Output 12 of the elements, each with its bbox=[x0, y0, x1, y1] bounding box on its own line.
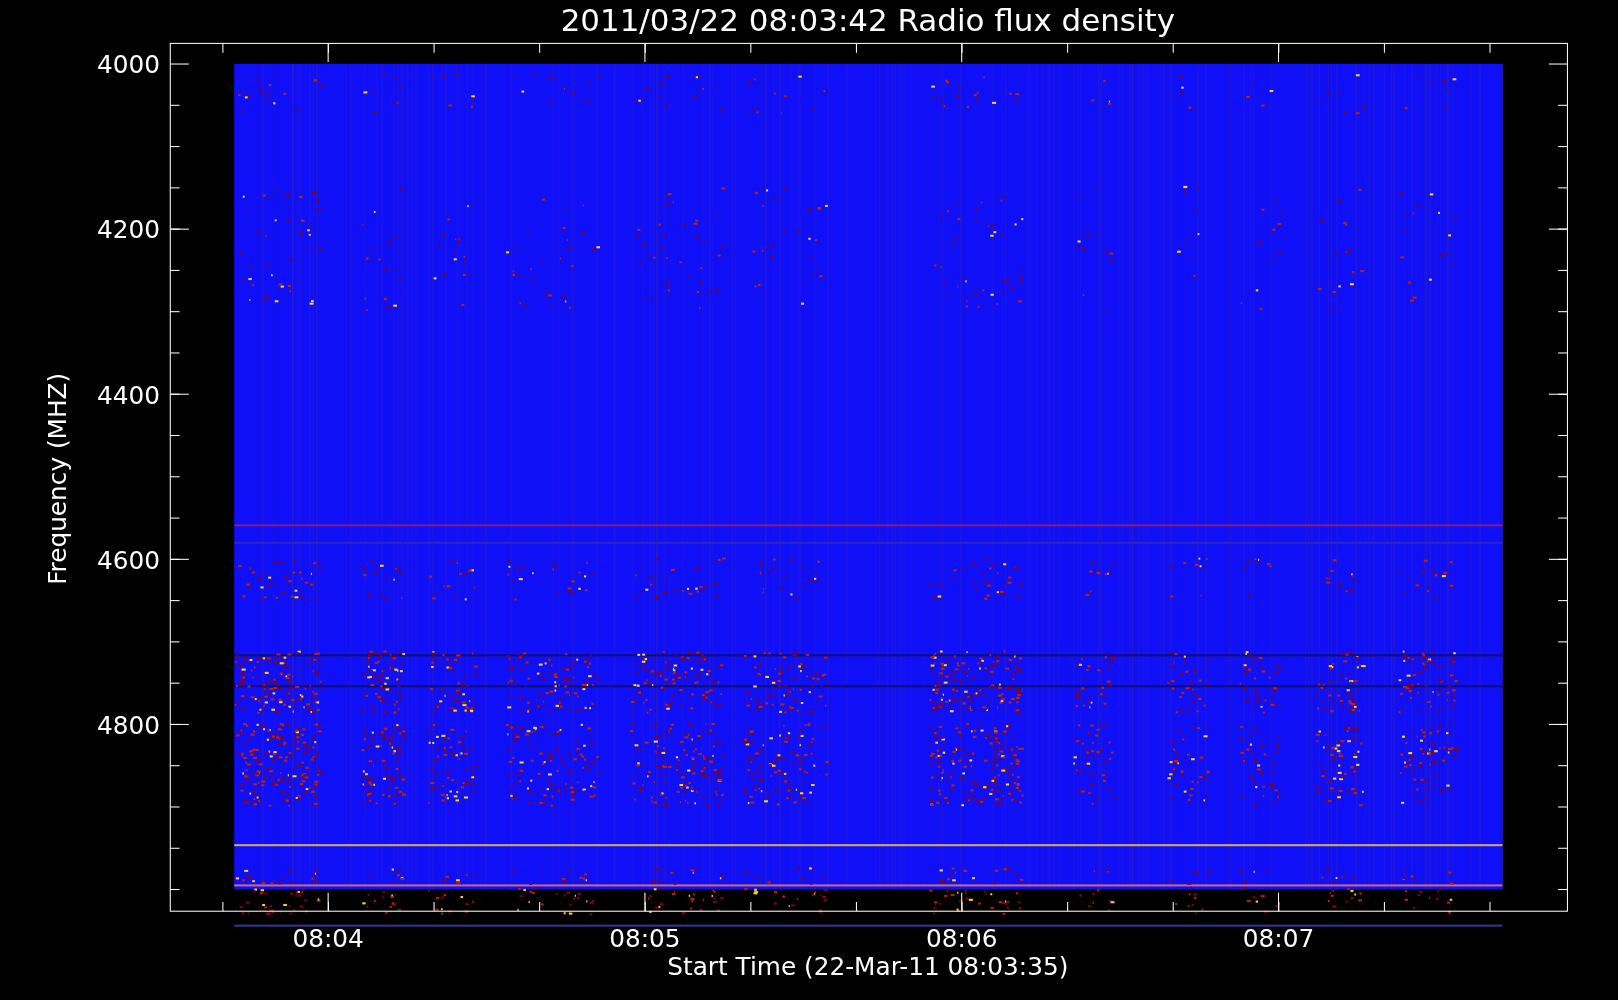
y-axis-label: Frequency (MHZ) bbox=[43, 372, 73, 585]
x-tick-label: 08:04 bbox=[292, 924, 364, 954]
y-tick-label: 4400 bbox=[96, 380, 160, 410]
y-tick-label: 4200 bbox=[96, 215, 160, 245]
chart-title: 2011/03/22 08:03:42 Radio flux density bbox=[560, 2, 1175, 38]
x-tick-label: 08:06 bbox=[926, 924, 998, 954]
y-tick-label: 4600 bbox=[96, 545, 160, 575]
x-tick-label: 08:07 bbox=[1242, 924, 1315, 954]
x-axis-label: Start Time (22-Mar-11 08:03:35) bbox=[667, 952, 1069, 982]
x-tick-label: 08:05 bbox=[609, 924, 681, 954]
y-tick-label: 4000 bbox=[96, 50, 160, 80]
y-tick-label: 4800 bbox=[96, 710, 160, 740]
